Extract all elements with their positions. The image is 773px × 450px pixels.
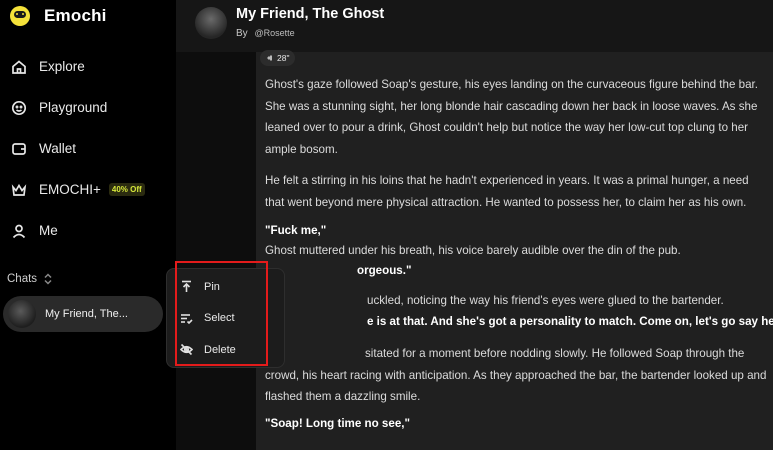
message-paragraph: Ghost's gaze followed Soap's gesture, hi… [265,78,758,156]
chats-sort-toggle[interactable]: Chats [7,273,53,285]
character-avatar[interactable] [195,7,227,39]
message-paragraph: sitated for a moment before nodding slow… [265,343,767,408]
nav-item-explore[interactable]: Explore [0,46,176,87]
nav-label-wallet: Wallet [39,141,77,156]
message-paragraph: He felt a stirring in his loins that he … [265,174,749,209]
nav-label-me: Me [39,223,58,238]
highlight-box [175,261,268,366]
nav-item-wallet[interactable]: Wallet [0,128,176,169]
crown-icon [11,182,27,198]
message-paragraph: Ghost muttered under his breath, his voi… [265,244,681,257]
audio-duration: 28" [277,53,290,63]
message-paragraph-text: sitated for a moment before nodding slow… [265,347,767,403]
by-label: By [236,28,248,39]
emochi-logo-icon [10,6,30,26]
discount-badge: 40% Off [108,183,145,196]
brand-name: Emochi [44,6,107,25]
chat-avatar [8,300,36,328]
message-paragraph: uckled, noticing the way his friend's ey… [367,294,724,307]
chat-name: My Friend, The... [45,308,128,320]
user-icon [11,223,27,239]
nav-label-emochi-plus: EMOCHI+ [39,182,101,197]
home-icon [11,59,27,75]
chat-list-item[interactable]: My Friend, The... [3,296,163,332]
audio-play-button[interactable]: 28" [260,50,296,66]
message-quote: "Soap! Long time no see," [265,417,410,430]
wallet-icon [11,141,27,157]
nav-item-emochi-plus[interactable]: EMOCHI+ 40% Off [0,169,176,210]
author-row: By @Rosette [236,28,295,39]
message-quote: orgeous." [357,264,412,277]
sidebar-nav: Explore Playground Wallet EMOCHI+ 40% Of… [0,46,176,251]
chats-heading: Chats [7,273,38,285]
nav-item-playground[interactable]: Playground [0,87,176,128]
author-handle[interactable]: @Rosette [254,28,294,38]
nav-label-explore: Explore [39,59,85,74]
smiley-icon [11,100,27,116]
sound-wave-icon [267,55,272,61]
nav-item-me[interactable]: Me [0,210,176,251]
character-name: My Friend, The Ghost [236,6,385,22]
brand[interactable]: Emochi [10,6,107,26]
message-quote: e is at that. And she's got a personalit… [367,315,773,328]
nav-label-playground: Playground [39,100,108,115]
chat-header: My Friend, The Ghost By @Rosette [176,0,773,52]
sidebar: Emochi Explore Playground Wallet EMOCHI+ [0,0,176,450]
main-panel: My Friend, The Ghost By @Rosette 28" Gho… [176,0,773,450]
message-quote: "Fuck me," [265,224,327,237]
sort-updown-icon [44,273,52,285]
